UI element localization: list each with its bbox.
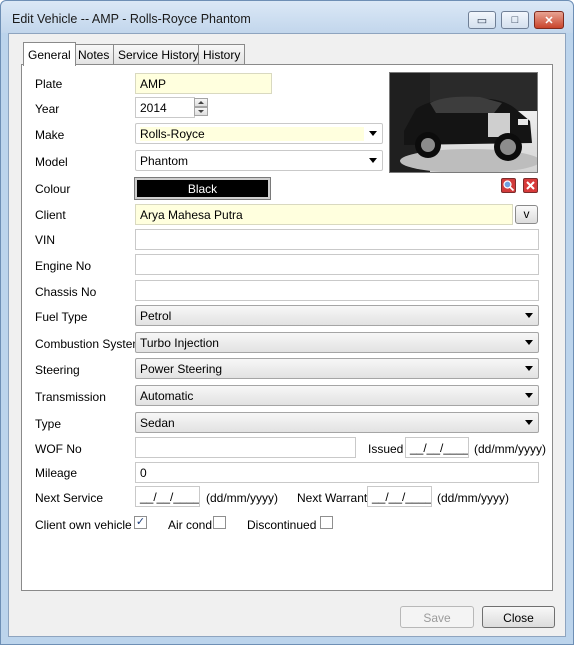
mileage-field[interactable]: 0 — [135, 462, 539, 483]
year-spinner[interactable] — [194, 98, 208, 117]
engine-no-label: Engine No — [35, 259, 92, 273]
client-own-vehicle-label: Client own vehicle — [35, 518, 132, 532]
maximize-icon: □ — [511, 14, 519, 26]
issued-label: Issued — [368, 442, 404, 456]
wof-no-field[interactable] — [135, 437, 356, 458]
vin-field[interactable] — [135, 229, 539, 250]
discontinued-label: Discontinued — [247, 518, 317, 532]
plate-label: Plate — [35, 77, 63, 91]
next-service-format-hint: (dd/mm/yyyy) — [206, 491, 278, 505]
engine-no-field[interactable] — [135, 254, 539, 275]
car-photo-icon — [390, 73, 537, 172]
spin-up-icon[interactable] — [194, 98, 208, 107]
type-label: Type — [35, 417, 62, 431]
vin-label: VIN — [35, 233, 56, 247]
plate-field[interactable]: AMP — [135, 73, 272, 94]
mileage-label: Mileage — [35, 466, 78, 480]
model-select[interactable]: Phantom — [135, 150, 383, 171]
make-select[interactable]: Rolls-Royce — [135, 123, 383, 144]
issued-format-hint: (dd/mm/yyyy) — [474, 442, 546, 456]
photo-search-button[interactable] — [501, 178, 516, 193]
next-warrant-label: Next Warrant — [297, 491, 368, 505]
client-field[interactable]: Arya Mahesa Putra — [135, 204, 513, 225]
transmission-select[interactable]: Automatic — [135, 385, 539, 406]
steering-value: Power Steering — [140, 362, 223, 376]
chassis-no-field[interactable] — [135, 280, 539, 301]
chevron-down-icon — [369, 131, 377, 136]
save-button[interactable]: Save — [400, 606, 474, 628]
tab-history[interactable]: History — [198, 44, 246, 64]
chassis-no-label: Chassis No — [35, 285, 97, 299]
next-warrant-date-field[interactable]: __/__/____ — [367, 486, 432, 507]
air-cond-label: Air cond — [168, 518, 213, 532]
fuel-type-select[interactable]: Petrol — [135, 305, 539, 326]
close-window-button[interactable]: ✕ — [534, 11, 564, 29]
transmission-label: Transmission — [35, 390, 106, 404]
tab-notes[interactable]: Notes — [73, 44, 115, 64]
colour-picker-button[interactable]: Black — [134, 177, 271, 200]
vehicle-photo — [389, 72, 538, 173]
edit-vehicle-window: Edit Vehicle -- AMP - Rolls-Royce Phanto… — [0, 0, 574, 645]
delete-icon — [526, 181, 535, 190]
combustion-system-select[interactable]: Turbo Injection — [135, 332, 539, 353]
colour-label: Colour — [35, 182, 71, 196]
checkmark-icon: ✓ — [135, 516, 146, 528]
maximize-button[interactable]: □ — [501, 11, 529, 29]
tab-history-label: History — [203, 47, 241, 62]
make-label: Make — [35, 128, 65, 142]
type-value: Sedan — [140, 416, 175, 430]
tab-general[interactable]: General — [23, 42, 76, 66]
chevron-down-icon — [525, 366, 533, 371]
model-value: Phantom — [140, 154, 189, 168]
chevron-down-icon — [525, 420, 533, 425]
transmission-value: Automatic — [140, 389, 194, 403]
tab-service-history[interactable]: Service History — [113, 44, 204, 64]
close-icon: ✕ — [544, 14, 554, 27]
combustion-system-value: Turbo Injection — [140, 336, 219, 350]
search-icon — [503, 180, 515, 192]
tab-notes-label: Notes — [78, 47, 110, 62]
close-button[interactable]: Close — [482, 606, 555, 628]
client-lookup-button[interactable]: v — [515, 205, 538, 224]
fuel-type-value: Petrol — [140, 309, 172, 323]
minimize-button[interactable]: ▭ — [468, 11, 496, 29]
steering-label: Steering — [35, 363, 80, 377]
next-warrant-format-hint: (dd/mm/yyyy) — [437, 491, 509, 505]
combustion-system-label: Combustion System — [35, 337, 143, 351]
year-field[interactable]: 2014 — [135, 97, 195, 118]
chevron-down-icon — [525, 340, 533, 345]
client-label: Client — [35, 208, 66, 222]
chevron-down-icon — [525, 313, 533, 318]
year-label: Year — [35, 102, 60, 116]
discontinued-checkbox[interactable] — [320, 516, 333, 529]
chevron-down-icon — [525, 393, 533, 398]
type-select[interactable]: Sedan — [135, 412, 539, 433]
client-own-vehicle-checkbox[interactable]: ✓ — [134, 516, 147, 529]
air-cond-checkbox[interactable] — [213, 516, 226, 529]
next-service-label: Next Service — [35, 491, 104, 505]
tab-general-label: General — [28, 47, 71, 62]
steering-select[interactable]: Power Steering — [135, 358, 539, 379]
make-value: Rolls-Royce — [140, 127, 364, 141]
fuel-type-label: Fuel Type — [35, 310, 88, 324]
minimize-icon: ▭ — [476, 14, 488, 27]
spin-down-icon[interactable] — [194, 107, 208, 116]
issued-date-field[interactable]: __/__/____ — [405, 437, 469, 458]
title-bar: Edit Vehicle -- AMP - Rolls-Royce Phanto… — [1, 1, 573, 33]
chevron-down-icon — [369, 158, 377, 163]
model-label: Model — [35, 155, 68, 169]
photo-delete-button[interactable] — [523, 178, 538, 193]
window-title: Edit Vehicle -- AMP - Rolls-Royce Phanto… — [12, 12, 251, 26]
wof-no-label: WOF No — [35, 442, 82, 456]
next-service-date-field[interactable]: __/__/____ — [135, 486, 200, 507]
tab-service-history-label: Service History — [118, 47, 199, 62]
